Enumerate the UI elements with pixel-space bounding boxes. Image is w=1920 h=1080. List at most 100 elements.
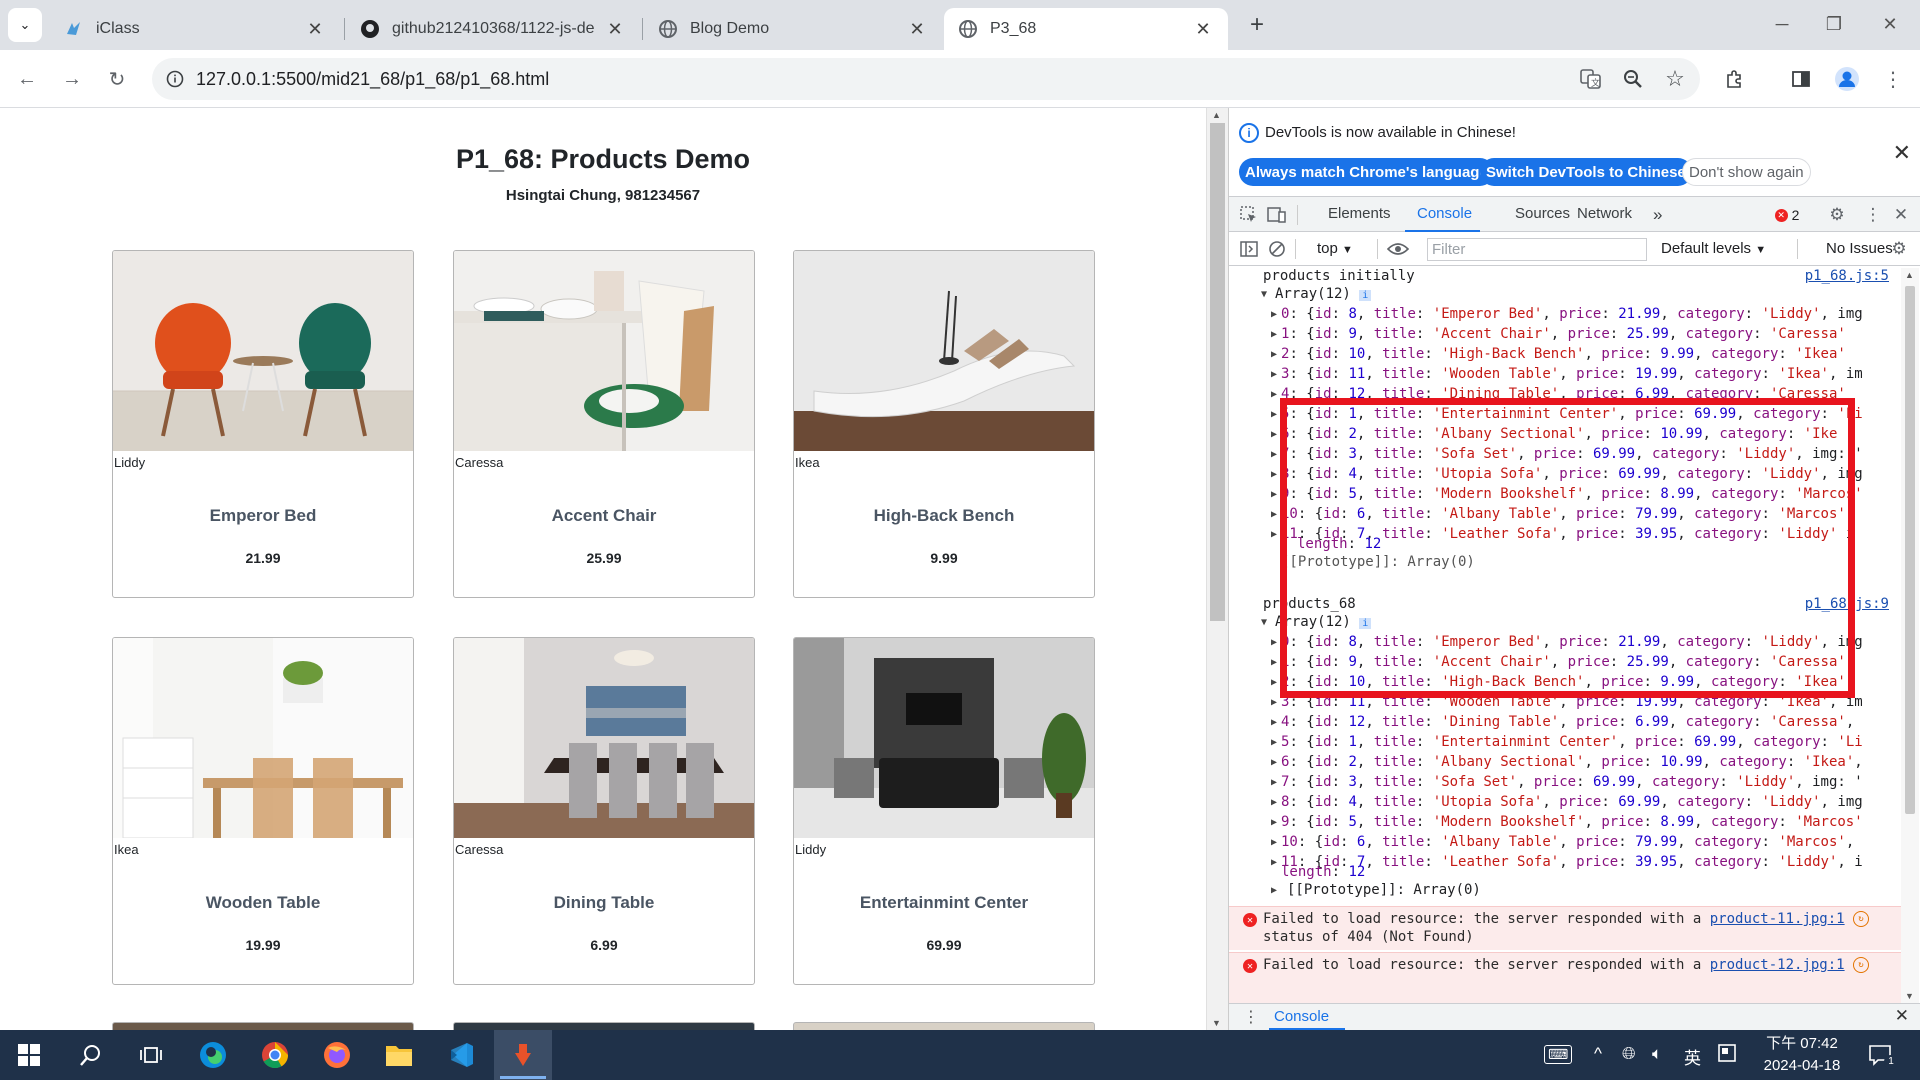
tab-sources[interactable]: Sources [1515,205,1570,222]
error-resource-link[interactable]: product-11.jpg:1 [1710,911,1845,927]
expand-triangle-icon[interactable]: ▶ [1271,737,1277,748]
always-match-language-button[interactable]: Always match Chrome's language [1239,158,1494,186]
more-tabs-icon[interactable]: » [1653,205,1662,225]
expand-triangle-icon[interactable]: ▶ [1271,509,1277,520]
network-globe-icon[interactable]: 🌐︎ [1622,1044,1636,1064]
expand-triangle-icon[interactable]: ▶ [1271,349,1277,360]
expand-triangle-icon[interactable]: ▶ [1271,817,1277,828]
edge-icon[interactable] [184,1030,242,1080]
tray-chevron-icon[interactable]: ^ [1594,1044,1602,1064]
volume-icon[interactable]: 🔈︎ [1652,1044,1662,1064]
inspect-element-icon[interactable] [1237,203,1261,227]
menu-kebab-icon[interactable]: ⋮ [1876,62,1910,96]
clear-console-icon[interactable] [1265,237,1289,261]
console-scrollbar[interactable]: ▲ ▼ [1901,268,1919,1003]
tab-search-button[interactable]: ⌄ [8,8,42,42]
expand-triangle-icon[interactable]: ▶ [1271,529,1277,540]
product-card[interactable] [793,1022,1095,1030]
close-drawer-icon[interactable]: ✕ [1895,1006,1909,1026]
page-scroll-thumb[interactable] [1210,123,1225,621]
close-devtools-icon[interactable]: ✕ [1889,203,1913,227]
expand-triangle-icon[interactable]: ▶ [1271,429,1277,440]
close-tab-icon[interactable]: ✕ [906,19,928,40]
expand-triangle-icon[interactable]: ▶ [1271,857,1277,868]
array-item-row[interactable]: ▶ 8: {id: 4, title: 'Utopia Sofa', price:… [1271,794,1901,814]
product-card[interactable]: Caressa Accent Chair 25.99 [453,250,755,598]
ime-mode-icon[interactable] [1718,1044,1736,1067]
array-item-row[interactable]: ▶ 1: {id: 9, title: 'Accent Chair', price… [1271,326,1901,346]
error-count-badge[interactable]: ✕ 2 [1767,203,1807,227]
tab-p3-68[interactable]: P3_68 ✕ [944,8,1228,50]
live-expression-eye-icon[interactable] [1386,237,1410,261]
product-card[interactable]: Ikea High-Back Bench 9.99 [793,250,1095,598]
array-item-row[interactable]: ▶ 5: {id: 1, title: 'Entertainmint Center… [1271,734,1901,754]
reload-button[interactable]: ↻ [100,62,134,96]
search-icon[interactable] [62,1030,120,1080]
array-item-row[interactable]: ▶ 10: {id: 6, title: 'Albany Table', pric… [1271,834,1901,854]
product-card[interactable] [112,1022,414,1030]
network-request-icon[interactable]: ↻ [1853,911,1869,927]
keyboard-layout-icon[interactable]: ⌨ [1544,1045,1573,1064]
dont-show-again-button[interactable]: Don't show again [1682,158,1811,186]
tab-github[interactable]: github212410368/1122-js-de ✕ [346,8,640,50]
drawer-tab-console[interactable]: Console [1274,1008,1329,1025]
expand-triangle-icon[interactable]: ▶ [1271,409,1277,420]
expand-triangle-icon[interactable]: ▶ [1271,677,1277,688]
restore-button[interactable]: ❐ [1804,0,1864,48]
close-infobar-icon[interactable]: ✕ [1893,140,1911,166]
expand-triangle-icon[interactable]: ▶ [1271,757,1277,768]
array-item-row[interactable]: ▶ 0: {id: 8, title: 'Emperor Bed', price:… [1271,306,1901,326]
translate-icon[interactable]: 文 [1574,62,1608,96]
expand-triangle-icon[interactable]: ▶ [1271,309,1277,320]
drawer-menu-icon[interactable]: ⋮ [1243,1007,1259,1027]
expand-triangle-icon[interactable]: ▶ [1271,489,1277,500]
array-item-row[interactable]: ▶ 6: {id: 2, title: 'Albany Sectional', p… [1271,754,1901,774]
product-card[interactable]: Liddy Emperor Bed 21.99 [112,250,414,598]
vscode-icon[interactable] [432,1030,490,1080]
side-panel-icon[interactable] [1784,62,1818,96]
issues-counter[interactable]: No Issues [1826,240,1893,257]
tab-blog-demo[interactable]: Blog Demo ✕ [644,8,942,50]
console-settings-gear-icon[interactable]: ⚙ [1887,237,1911,261]
console-filter-input[interactable]: Filter [1427,238,1647,261]
close-tab-icon[interactable]: ✕ [304,19,326,40]
array-item-row[interactable]: ▶ 9: {id: 5, title: 'Modern Bookshelf', p… [1271,814,1901,834]
close-tab-icon[interactable]: ✕ [1192,19,1214,40]
error-resource-link[interactable]: product-12.jpg:1 [1710,957,1845,973]
array-item-row[interactable]: ▶ 3: {id: 11, title: 'Wooden Table', pric… [1271,366,1901,386]
forward-button[interactable]: → [55,62,89,96]
app-icon-active[interactable] [494,1030,552,1080]
profile-avatar[interactable] [1830,62,1864,96]
expand-triangle-icon[interactable]: ▶ [1271,797,1277,808]
firefox-icon[interactable] [308,1030,366,1080]
expand-triangle-icon[interactable]: ▶ [1271,657,1277,668]
expand-triangle-icon[interactable]: ▶ [1271,449,1277,460]
array-item-row[interactable]: ▶ 4: {id: 12, title: 'Dining Table', pric… [1271,714,1901,734]
tab-network[interactable]: Network [1577,205,1632,222]
extensions-icon[interactable] [1718,62,1752,96]
expand-triangle-icon[interactable]: ▶ [1271,389,1277,400]
task-view-icon[interactable] [122,1030,180,1080]
expand-triangle-icon[interactable]: ▶ [1271,469,1277,480]
expand-triangle-icon[interactable]: ▶ [1271,637,1277,648]
start-windows-icon[interactable] [0,1030,58,1080]
console-scroll-thumb[interactable] [1905,286,1915,814]
log-source-link[interactable]: p1_68.js:5 [1805,268,1889,284]
tab-elements[interactable]: Elements [1328,205,1391,222]
close-tab-icon[interactable]: ✕ [604,19,626,40]
settings-gear-icon[interactable]: ⚙ [1825,203,1849,227]
array-item-row[interactable]: ▶ 2: {id: 10, title: 'High-Back Bench', p… [1271,346,1901,366]
expand-triangle-icon[interactable]: ▶ [1271,329,1277,340]
expand-triangle-icon[interactable]: ▶ [1271,697,1277,708]
device-toolbar-icon[interactable] [1265,203,1289,227]
expand-triangle-icon[interactable]: ▶ [1271,717,1277,728]
expand-triangle-icon[interactable]: ▶ [1271,777,1277,788]
array-prototype[interactable]: ▶ [[Prototype]]: Array(0) [1271,882,1901,902]
tab-console[interactable]: Console [1417,205,1472,222]
bookmark-star-icon[interactable]: ☆ [1658,62,1692,96]
sidebar-toggle-icon[interactable] [1237,237,1261,261]
network-request-icon[interactable]: ↻ [1853,957,1869,973]
expand-triangle-icon[interactable]: ▶ [1271,837,1277,848]
page-scrollbar[interactable]: ▲ ▼ [1206,108,1228,1030]
log-levels-dropdown[interactable]: Default levels ▼ [1661,240,1766,257]
